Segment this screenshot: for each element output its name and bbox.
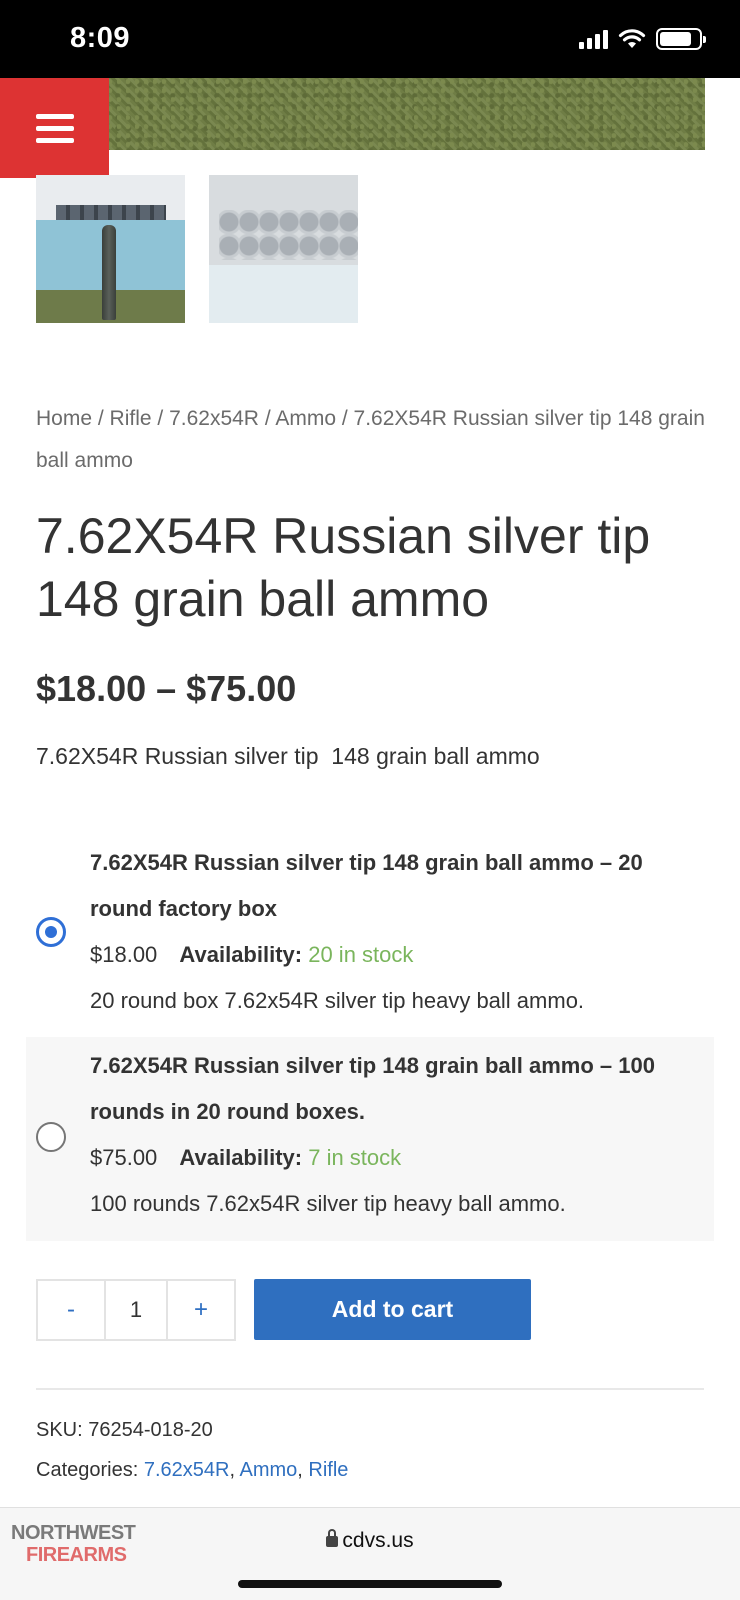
- add-to-cart-button[interactable]: Add to cart: [254, 1279, 531, 1340]
- product-thumbnail-2[interactable]: [209, 175, 358, 323]
- price-range: $18.00 – $75.00: [36, 668, 297, 709]
- quantity-decrease-button[interactable]: -: [38, 1281, 104, 1339]
- address-bar[interactable]: cdvs.us: [0, 1529, 740, 1553]
- variation-description: 20 round box 7.62x54R silver tip heavy b…: [90, 988, 585, 1013]
- status-time: 8:09: [70, 22, 131, 54]
- breadcrumb-link-ammo[interactable]: Ammo: [275, 407, 336, 430]
- variation-content: 7.62X54R Russian silver tip 148 grain ba…: [90, 840, 700, 1024]
- hamburger-icon-bar: [35, 125, 74, 131]
- stock-status: 20 in stock: [308, 942, 414, 967]
- availability-label: Availability:: [179, 1145, 303, 1170]
- categories-line: Categories: 7.62x54R, Ammo, Rifle: [36, 1459, 349, 1481]
- sku-value: 76254-018-20: [88, 1419, 213, 1441]
- cellular-signal-icon: [579, 29, 608, 49]
- wifi-icon: [618, 29, 646, 48]
- sku-line: SKU: 76254-018-20: [36, 1419, 213, 1442]
- availability-label: Availability:: [179, 942, 303, 967]
- battery-icon: [656, 28, 706, 50]
- divider: [36, 1388, 704, 1390]
- quantity-increase-button[interactable]: +: [168, 1281, 234, 1339]
- category-link-caliber[interactable]: 7.62x54R: [144, 1459, 230, 1481]
- variation-meta: $75.00 Availability: 7 in stock: [90, 1135, 700, 1181]
- variation-option-20-round[interactable]: 7.62X54R Russian silver tip 148 grain ba…: [26, 840, 714, 1035]
- browser-bottom-bar: NORTHWEST FIREARMS cdvs.us: [0, 1507, 740, 1600]
- category-link-rifle[interactable]: Rifle: [308, 1459, 348, 1481]
- short-description: 7.62X54R Russian silver tip 148 grain ba…: [36, 743, 540, 769]
- lock-icon: [326, 1529, 339, 1547]
- categories-label: Categories:: [36, 1459, 139, 1481]
- breadcrumb-separator: /: [151, 407, 170, 430]
- hamburger-icon-bar: [35, 113, 74, 119]
- breadcrumb-link-home[interactable]: Home: [36, 407, 92, 430]
- variation-price: $75.00: [90, 1145, 158, 1170]
- variation-description: 100 rounds 7.62x54R silver tip heavy bal…: [90, 1191, 566, 1216]
- breadcrumb-link-rifle[interactable]: Rifle: [110, 407, 152, 430]
- status-bar: 8:09: [0, 0, 740, 78]
- product-title: 7.62X54R Russian silver tip 148 grain ba…: [36, 508, 651, 627]
- quantity-stepper: - 1 +: [36, 1279, 236, 1341]
- breadcrumb-link-caliber[interactable]: 7.62x54R: [169, 407, 259, 430]
- status-icons: [579, 28, 706, 50]
- breadcrumb: Home / Rifle / 7.62x54R / Ammo / 7.62X54…: [36, 398, 706, 482]
- breadcrumb-separator: /: [92, 407, 110, 430]
- breadcrumb-separator: /: [258, 407, 276, 430]
- product-thumbnail-1[interactable]: [36, 175, 185, 323]
- variation-title: 7.62X54R Russian silver tip 148 grain ba…: [90, 850, 643, 921]
- url-text: cdvs.us: [342, 1529, 414, 1552]
- variation-option-100-round[interactable]: 7.62X54R Russian silver tip 148 grain ba…: [26, 1037, 714, 1241]
- quantity-input[interactable]: 1: [104, 1281, 168, 1339]
- category-link-ammo[interactable]: Ammo: [239, 1459, 297, 1481]
- menu-button[interactable]: [0, 78, 109, 178]
- home-indicator[interactable]: [238, 1580, 502, 1588]
- radio-button-unselected[interactable]: [36, 1122, 66, 1152]
- breadcrumb-separator: /: [336, 407, 354, 430]
- stock-status: 7 in stock: [308, 1145, 402, 1170]
- sku-label: SKU:: [36, 1419, 83, 1441]
- variation-meta: $18.00 Availability: 20 in stock: [90, 932, 700, 978]
- variation-price: $18.00: [90, 942, 158, 967]
- radio-button-selected[interactable]: [36, 917, 66, 947]
- variation-title: 7.62X54R Russian silver tip 148 grain ba…: [90, 1053, 655, 1124]
- variation-content: 7.62X54R Russian silver tip 148 grain ba…: [90, 1043, 700, 1227]
- hamburger-icon-bar: [35, 137, 74, 143]
